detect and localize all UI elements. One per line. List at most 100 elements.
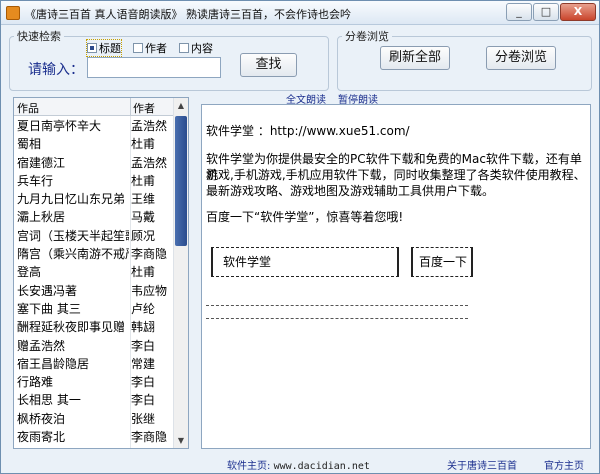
reader-site-line: 软件学堂 ：http://www.xue51.com/ (206, 124, 410, 138)
checkbox-icon (133, 43, 143, 53)
reader-paragraph-line: 游戏,手机游戏,手机应用软件下载，同时收集整理了各类软件使用教程、 (206, 168, 586, 182)
search-button[interactable]: 查找 (240, 53, 297, 77)
option-content-label: 内容 (191, 42, 213, 55)
poem-title: 九月九日忆山东兄弟 (17, 192, 126, 207)
list-item[interactable]: 长安遇冯著 韦应物 (14, 280, 174, 299)
list-item[interactable]: 宿建德江 孟浩然 (14, 152, 174, 171)
volume-browse-legend: 分卷浏览 (345, 30, 389, 43)
poem-title: 夏日南亭怀辛大 (17, 119, 102, 133)
column-header-title[interactable]: 作品 (17, 100, 39, 116)
footer-home-label: 软件主页: (227, 461, 271, 472)
footer-home-url[interactable]: www.dacidian.net (274, 461, 370, 472)
option-author-label: 作者 (145, 42, 167, 55)
poem-author: 杜甫 (131, 265, 156, 280)
poem-author: 张继 (131, 411, 156, 426)
divider-line (206, 305, 468, 306)
quick-search-legend: 快速检索 (17, 30, 61, 43)
option-content-checkbox[interactable]: 内容 (179, 40, 213, 56)
poem-author: 李商隐 (131, 247, 168, 262)
poem-author: 孟浩然 (131, 155, 168, 170)
poem-title: 灞上秋居 (17, 210, 66, 225)
poem-title: 赠孟浩然 (17, 338, 66, 353)
close-button[interactable]: X (560, 3, 596, 21)
list-item[interactable]: 九月九日忆山东兄弟 王维 (14, 189, 174, 208)
poem-title: 兵车行 (17, 173, 54, 188)
poem-title: 夜雨寄北 (17, 430, 66, 445)
poem-title: 宫词（玉楼天半起笙歌 (17, 228, 129, 243)
poem-author: 杜甫 (131, 173, 156, 188)
list-item[interactable]: 塞下曲 其三 卢纶 (14, 298, 174, 318)
reader-demo-input: 软件学堂 (211, 247, 399, 277)
poem-title: 长相思 其一 (17, 393, 81, 408)
checkbox-icon (179, 43, 189, 53)
poem-author: 李商隐 (131, 430, 168, 445)
poem-author: 顾况 (131, 228, 156, 243)
refresh-all-button[interactable]: 刷新全部 (380, 46, 450, 70)
volume-browse-button[interactable]: 分卷浏览 (486, 46, 556, 70)
app-window: 《唐诗三百首 真人语音朗读版》 熟读唐诗三百首，不会作诗也会吟 _ □ X 快速… (0, 0, 600, 474)
list-item[interactable]: 宿王昌龄隐居 常建 (14, 353, 174, 373)
list-item[interactable]: 酬程延秋夜即事见赠 韩翃 (14, 317, 174, 336)
window-title: 《唐诗三百首 真人语音朗读版》 熟读唐诗三百首，不会作诗也会吟 (25, 8, 351, 21)
list-scrollbar[interactable]: ▲ ▼ (173, 98, 188, 448)
poem-author: 卢纶 (131, 301, 156, 316)
list-item[interactable]: 登高 杜甫 (14, 262, 174, 281)
poem-rows: 夏日南亭怀辛大 孟浩然 蜀相 杜甫 宿建德江 孟浩然 兵车行 杜甫 九月九日忆山东兄弟 王维 灞上秋… (14, 116, 174, 448)
list-item[interactable]: 夜雨寄北 李商隐 (14, 427, 174, 446)
minimize-button[interactable]: _ (506, 3, 532, 21)
scroll-down-icon[interactable]: ▼ (174, 433, 188, 448)
list-item[interactable]: 兵车行 杜甫 (14, 170, 174, 190)
reader-tip-line: 百度一下“软件学堂”，惊喜等着您哦! (206, 210, 404, 224)
poem-author: 韦应物 (131, 283, 168, 298)
search-input[interactable] (87, 57, 221, 78)
poem-title: 酬程延秋夜即事见赠 (17, 320, 126, 335)
list-item[interactable]: 宫词（玉楼天半起笙歌 顾况 (14, 225, 174, 245)
column-header-author[interactable]: 作者 (133, 100, 155, 116)
search-input-label: 请输入： (28, 62, 84, 78)
scroll-up-icon[interactable]: ▲ (174, 98, 188, 113)
scroll-thumb[interactable] (175, 116, 187, 246)
about-link[interactable]: 关于唐诗三百首 (447, 457, 517, 472)
poem-title: 蜀相 (17, 137, 42, 152)
poem-reader[interactable]: 软件学堂 ：http://www.xue51.com/ 软件学堂为你提供最安全的… (201, 104, 591, 449)
list-item[interactable]: 夏日南亭怀辛大 孟浩然 (14, 116, 174, 135)
poem-author: 常建 (131, 356, 156, 371)
divider-line (206, 318, 468, 319)
poem-author: 杜甫 (131, 137, 156, 152)
app-icon (6, 6, 20, 20)
poem-title: 登高 (17, 265, 42, 280)
option-author-checkbox[interactable]: 作者 (133, 40, 167, 56)
list-item[interactable]: 行路难 李白 (14, 372, 174, 391)
list-item[interactable]: 赠孟浩然 李白 (14, 335, 174, 354)
poem-title: 行路难 (17, 375, 54, 390)
list-item[interactable]: 长相思 其一 李白 (14, 390, 174, 409)
poem-author: 李白 (131, 338, 156, 353)
list-item[interactable]: 蜀相 杜甫 (14, 134, 174, 153)
poem-author: 王维 (131, 192, 156, 207)
poem-title: 长安遇冯著 (17, 283, 78, 298)
maximize-button[interactable]: □ (533, 3, 559, 21)
poem-list[interactable]: 作品 作者 夏日南亭怀辛大 孟浩然 蜀相 杜甫 宿建德江 孟浩然 兵车行 杜甫 九月九日忆山东兄… (13, 97, 189, 449)
list-item[interactable]: 隋宫（乘兴南游不戒严 李商隐 (14, 244, 174, 263)
poem-title: 枫桥夜泊 (17, 411, 66, 426)
column-divider[interactable] (130, 98, 131, 116)
option-title-checkbox[interactable]: 标题 (86, 39, 122, 57)
list-item[interactable]: 枫桥夜泊 张继 (14, 408, 174, 428)
list-item[interactable]: 灞上秋居 马戴 (14, 207, 174, 226)
poem-author: 韩翃 (131, 320, 156, 335)
title-bar[interactable]: 《唐诗三百首 真人语音朗读版》 熟读唐诗三百首，不会作诗也会吟 _ □ X (1, 1, 599, 25)
footer-home: 软件主页: www.dacidian.net (227, 457, 370, 472)
checkbox-icon (87, 43, 97, 53)
poem-author: 李白 (131, 375, 156, 390)
list-header: 作品 作者 (14, 98, 174, 116)
poem-title: 同题仙游观 (17, 446, 129, 448)
poem-title: 宿建德江 (17, 155, 66, 170)
poem-author: 孟浩然 (131, 119, 168, 133)
list-item[interactable]: 同题仙游观韩翃 (14, 445, 174, 448)
poem-author: 马戴 (131, 210, 156, 225)
poem-author: 李白 (131, 393, 156, 408)
option-title-label: 标题 (99, 42, 121, 55)
poem-title: 隋宫（乘兴南游不戒严 (17, 247, 129, 262)
poem-title: 塞下曲 其三 (17, 301, 81, 316)
official-home-link[interactable]: 官方主页 (544, 457, 584, 472)
